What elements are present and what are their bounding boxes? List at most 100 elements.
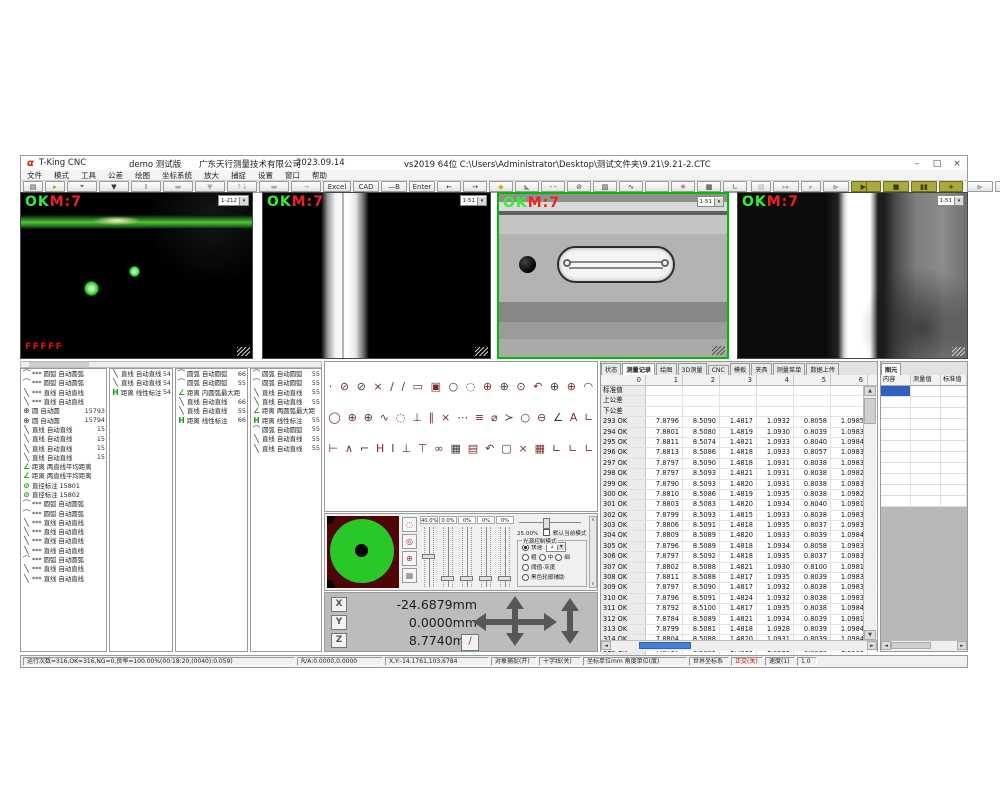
measure-tool-icon[interactable]: ○ [449,380,459,393]
tab-CNC[interactable]: CNC [708,365,729,375]
toolbar-open-button[interactable]: ▸ [45,181,65,192]
feature-list-scrollbar[interactable] [20,361,322,368]
measure-tool-icon[interactable]: ▦ [535,442,545,455]
camera-view-2[interactable]: OKM:7 1-51▾ [262,192,491,359]
measure-tool-icon[interactable]: ▢ [501,442,511,455]
results-hscrollbar[interactable]: ◄ ► [601,640,877,651]
feature-item[interactable]: ╲直线 自动直线66 [176,397,247,406]
measure-tool-icon[interactable]: ⊕ [348,411,357,424]
light-slider-5[interactable]: 0% [496,516,514,589]
scroll-left-icon[interactable]: ◄ [881,641,891,650]
radio-outline[interactable] [522,574,529,581]
measurement-row[interactable]: 300 OK7.88108.50861.48191.09350.80381.09… [601,490,877,500]
toolbar-next-button[interactable]: → [463,181,487,192]
measure-tool-icon[interactable]: ∕ [401,380,405,393]
ring-light-preview[interactable] [327,516,399,588]
feature-item[interactable]: ╲*** 直线 自动直线 [21,518,106,527]
feature-item[interactable]: ╲直线 自动直线15 [21,434,106,443]
measure-tool-icon[interactable]: ⊖ [537,411,546,424]
feature-item[interactable]: ⌒*** 圆弧 自动圆弧 [21,378,106,387]
light-slider-4[interactable]: 0% [477,516,495,589]
toolbar-blank-button[interactable] [645,181,669,192]
hscroll-thumb[interactable] [639,642,691,649]
toolbar-tools-button[interactable]: + [939,181,963,192]
light-slider-2[interactable]: 0.0% [439,516,457,589]
tab-数据上传[interactable]: 数据上传 [806,363,839,375]
camera2-resize-grip[interactable] [475,347,488,356]
maximize-button[interactable]: □ [929,158,945,170]
measure-tool-icon[interactable]: ▭ [413,380,423,393]
feature-item[interactable]: ╲直线 自动直线15 [21,443,106,452]
menu-item-帮助[interactable]: 帮助 [306,170,333,181]
feature-item[interactable]: ╲直线 自动直线55 [176,406,247,415]
measure-tool-icon[interactable]: ▣ [431,380,441,393]
measure-tool-icon[interactable]: ≡ [475,411,484,424]
slider-thumb[interactable] [460,576,473,581]
menu-item-设置[interactable]: 设置 [252,170,279,181]
measure-tool-icon[interactable]: ∟ [584,411,593,424]
master-slider-thumb[interactable] [543,518,550,529]
vscroll-thumb[interactable] [864,398,876,424]
scroll-left-icon[interactable]: ◄ [601,641,611,650]
slider-thumb[interactable] [441,576,454,581]
camera4-zoom-select[interactable]: 1-51▾ [937,195,964,206]
diagonal-move-button[interactable]: ∕ [461,634,479,651]
toolbar-tool-a-button[interactable]: ▬ [163,181,193,192]
measure-tool-icon[interactable]: ○ [521,411,531,424]
element-row[interactable] [881,463,967,474]
measure-tool-icon[interactable]: ⊢ [328,442,338,455]
toolbar-image-button[interactable]: ◣ [515,181,539,192]
master-slider[interactable] [519,522,581,523]
feature-item[interactable]: ⌒*** 圆弧 自动圆弧 [21,555,106,564]
elements-hscrollbar[interactable]: ◄ ► [881,640,967,651]
toolbar-step-button[interactable]: ▸▸ [773,181,799,192]
toolbar-magnifier-button[interactable]: ⊘ [567,181,591,192]
measure-tool-icon[interactable]: ◌ [396,411,406,424]
jog-xy-vertical-arrow[interactable] [506,596,524,646]
measure-tool-icon[interactable]: ∕ [390,380,394,393]
toolbar-probe-button[interactable]: ▼ [99,181,129,192]
measurement-row[interactable]: 297 OK7.87978.50901.48181.09310.80381.09… [601,459,877,469]
toolbar-play-b-button[interactable]: ▶ [967,181,993,192]
measure-tool-icon[interactable]: ▦ [450,442,460,455]
light-mode-quad-icon[interactable]: ⊕ [402,551,417,566]
radio-fine[interactable] [555,554,562,561]
camera1-zoom-select[interactable]: 1-212▾ [218,195,249,206]
measure-tool-icon[interactable]: ∿ [380,411,389,424]
menu-item-模式[interactable]: 模式 [48,170,75,181]
toolbar-open-run-button[interactable]: ▸ [801,181,821,192]
toolbar-excel-button[interactable]: Excel [323,181,351,192]
feature-item[interactable]: ⌒圆弧 自动圆弧55 [251,425,321,434]
feature-item[interactable]: ⌒圆弧 自动圆弧55 [251,369,321,378]
measure-tool-icon[interactable]: ⊤ [418,442,428,455]
tolerance-row[interactable]: 标准值 [601,386,877,396]
measure-tool-icon[interactable]: ↶ [485,442,494,455]
measurement-row[interactable]: 293 OK7.87968.50901.48171.09320.80581.09… [601,417,877,427]
measure-tool-icon[interactable]: ⊥ [412,411,422,424]
results-vscrollbar[interactable]: ▲ ▼ [863,386,876,640]
toolbar-save-run-button[interactable]: ▤ [751,181,771,192]
measurement-row[interactable]: 307 OK7.88028.50881.48211.09300.81001.09… [601,563,877,573]
tab-绘图[interactable]: 绘图 [656,363,676,375]
feature-item[interactable]: ⌒*** 圆弧 自动圆弧 [21,369,106,378]
scroll-down-icon[interactable]: ▼ [864,630,876,640]
feature-item[interactable]: H距离 线性标注66 [176,415,247,424]
feature-item[interactable]: ⌒圆弧 自动圆弧66 [176,369,247,378]
toolbar-locate-button[interactable]: ⌖ [67,181,97,192]
measure-tool-icon[interactable]: ▤ [468,442,478,455]
measure-tool-icon[interactable]: ⊘ [357,380,366,393]
radio-threshold[interactable] [522,564,529,571]
feature-item[interactable]: ∠距离 内圆弧最大距 [176,388,247,397]
measurement-row[interactable]: 303 OK7.88068.50911.48181.09350.80371.09… [601,521,877,531]
scroll-up-icon[interactable]: ▲ [864,386,876,396]
feature-item[interactable]: ∠距离 两直线平均距离 [21,471,106,480]
feature-item[interactable]: ⊕圆 自动圆15793 [21,406,106,415]
toolbar-stop-button[interactable]: ■ [883,181,909,192]
toolbar-save-button[interactable]: ▤ [23,181,43,192]
toolbar-run-to-end-button[interactable]: ▶▏ [851,181,881,192]
tolerance-row[interactable]: 下公差 [601,407,877,417]
measure-tool-icon[interactable]: A [570,411,578,424]
toolbar-tool-c-button[interactable]: ▬ [259,181,289,192]
feature-item[interactable]: ╲直线 自动直线54 [110,378,172,387]
measurement-row[interactable]: 295 OK7.88118.50741.48211.09330.80401.09… [601,438,877,448]
